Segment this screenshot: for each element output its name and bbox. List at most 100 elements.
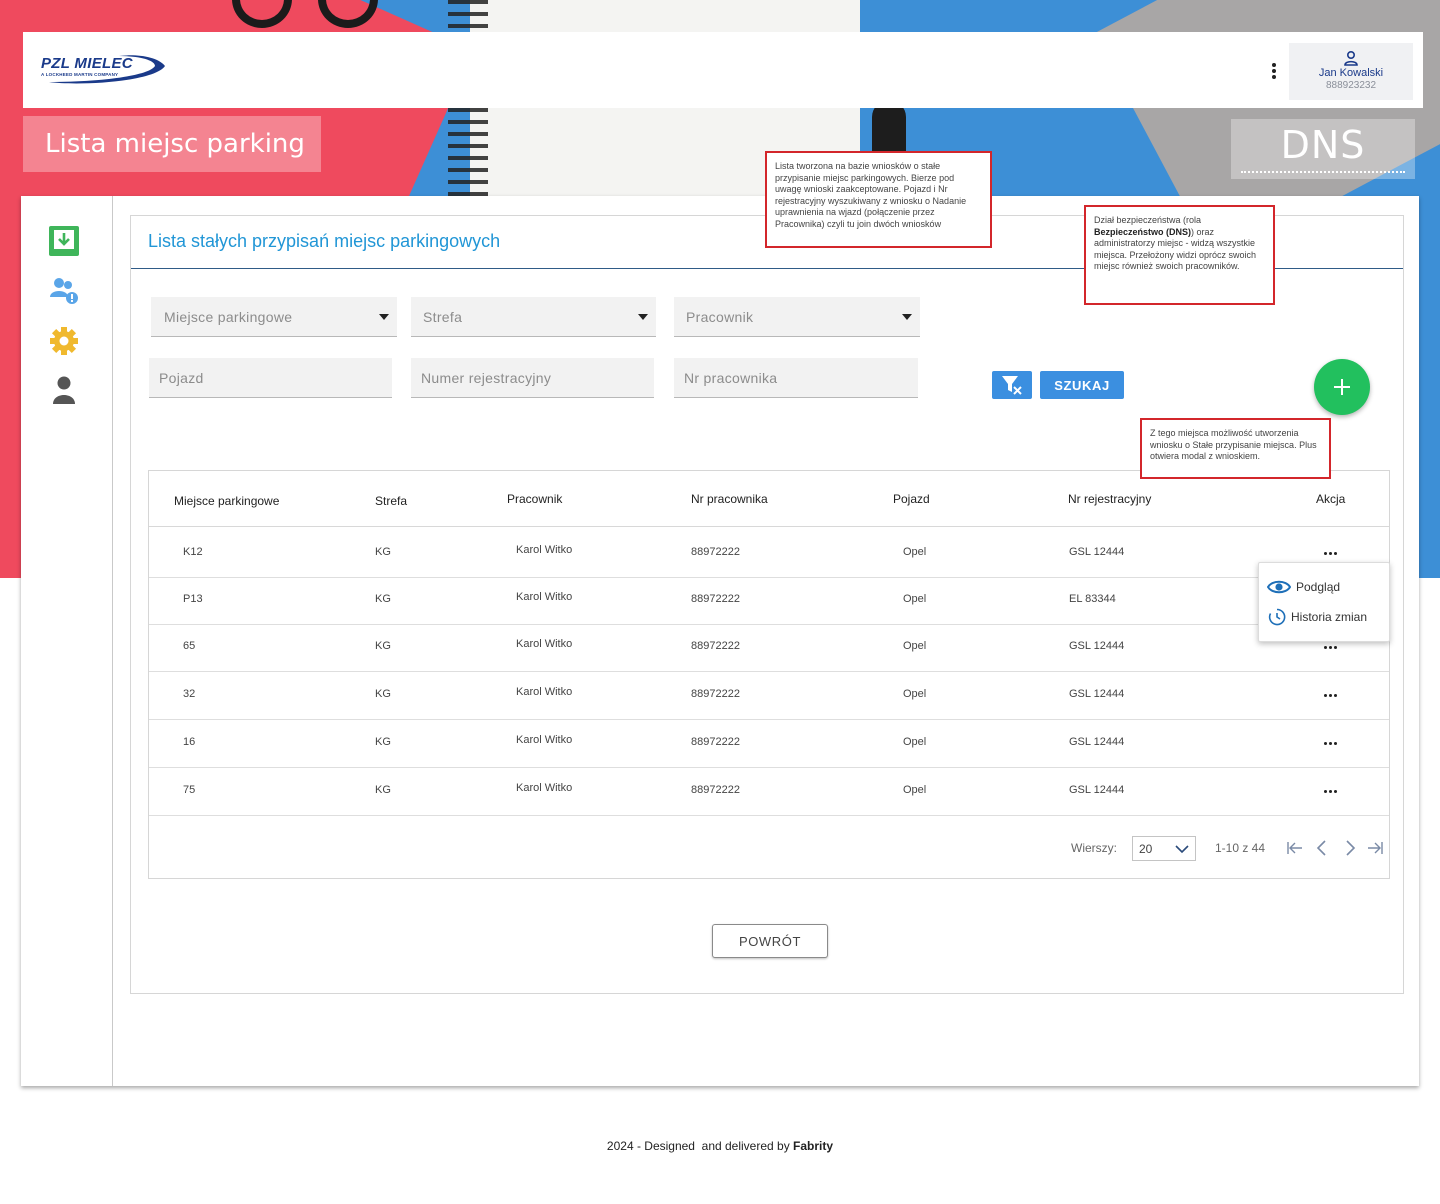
cell-employee: Karol Witko xyxy=(516,638,573,650)
cell-registration: GSL 12444 xyxy=(1069,640,1125,652)
cell-employee-no: 88972222 xyxy=(691,688,740,700)
footer: 2024 - Designed and delivered by Fabrity xyxy=(0,1139,1440,1153)
employee-input[interactable] xyxy=(674,297,920,336)
menu-item-history[interactable]: Historia zmian xyxy=(1267,606,1385,628)
search-button[interactable]: SZUKAJ xyxy=(1040,371,1124,399)
first-page-icon[interactable] xyxy=(1286,840,1304,856)
last-page-icon[interactable] xyxy=(1366,840,1384,856)
parking-spot-select[interactable] xyxy=(151,297,397,337)
registration-input[interactable] xyxy=(411,358,654,397)
annotation-text: Lista tworzona na bazie wniosków o stałe… xyxy=(775,161,967,229)
sidebar xyxy=(21,196,113,1086)
cell-employee: Karol Witko xyxy=(516,782,573,794)
cell-employee-no: 88972222 xyxy=(691,640,740,652)
col-header-employee-no[interactable]: Nr pracownika xyxy=(691,492,768,506)
pagination-range: 1-10 z 44 xyxy=(1215,841,1266,855)
annotation-security-role: Dział bezpieczeństwa (rola Bezpieczeństw… xyxy=(1084,205,1275,305)
menu-item-preview[interactable]: Podgląd xyxy=(1267,576,1385,598)
cell-vehicle: Opel xyxy=(903,546,927,558)
next-page-icon[interactable] xyxy=(1341,840,1359,856)
cell-employee-no: 88972222 xyxy=(691,784,740,796)
footer-brand-link[interactable]: Fabrity xyxy=(793,1139,833,1153)
employee-number-field[interactable] xyxy=(674,358,918,398)
col-header-spot[interactable]: Miejsce parkingowe xyxy=(174,494,279,508)
cell-employee-no: 88972222 xyxy=(691,593,740,605)
cell-registration: GSL 12444 xyxy=(1069,736,1125,748)
rows-per-page-value: 20 xyxy=(1139,842,1153,856)
cell-registration: GSL 12444 xyxy=(1069,688,1125,700)
cell-zone: KG xyxy=(375,688,391,700)
row-actions-menu: Podgląd Historia zmian xyxy=(1258,562,1390,642)
menu-item-label: Podgląd xyxy=(1296,580,1341,594)
cell-zone: KG xyxy=(375,784,391,796)
cell-spot: 65 xyxy=(183,640,196,652)
annotation-text: Z tego miejsca możliwość utworzenia wnio… xyxy=(1150,428,1317,461)
vehicle-input[interactable] xyxy=(149,358,392,397)
cell-employee-no: 88972222 xyxy=(691,736,740,748)
row-actions-icon[interactable] xyxy=(1324,690,1340,700)
rows-per-page-select[interactable]: 20 xyxy=(1132,836,1196,861)
main-card: Lista stałych przypisań miejsc parkingow… xyxy=(21,196,1419,1086)
col-header-registration[interactable]: Nr rejestracyjny xyxy=(1068,492,1151,506)
table-row[interactable]: 65 KG Karol Witko 88972222 Opel GSL 1244… xyxy=(149,625,1389,672)
chevron-down-icon xyxy=(1175,845,1189,854)
filter-clear-icon xyxy=(1002,376,1022,395)
cell-zone: KG xyxy=(375,640,391,652)
col-header-employee[interactable]: Pracownik xyxy=(507,492,562,506)
add-request-button[interactable] xyxy=(1314,359,1370,415)
zone-select[interactable] xyxy=(411,297,656,337)
col-header-zone[interactable]: Strefa xyxy=(375,494,407,508)
back-button[interactable]: POWRÓT xyxy=(712,924,828,958)
user-profile[interactable]: Jan Kowalski 888923232 xyxy=(1289,43,1413,100)
cell-spot: K12 xyxy=(183,546,203,558)
row-actions-icon[interactable] xyxy=(1324,642,1340,652)
table-row[interactable]: 32 KG Karol Witko 88972222 Opel GSL 1244… xyxy=(149,672,1389,720)
zone-input[interactable] xyxy=(411,297,656,336)
cell-vehicle: Opel xyxy=(903,640,927,652)
cell-spot: P13 xyxy=(183,593,203,605)
table-row[interactable]: 75 KG Karol Witko 88972222 Opel GSL 1244… xyxy=(149,768,1389,816)
cell-zone: KG xyxy=(375,593,391,605)
row-actions-icon[interactable] xyxy=(1324,738,1340,748)
role-badge: DNS xyxy=(1231,119,1415,179)
parking-table: Miejsce parkingowe Strefa Pracownik Nr p… xyxy=(148,470,1390,879)
annotation-bold-text: Bezpieczeństwo (DNS) xyxy=(1094,226,1192,237)
table-row[interactable]: P13 KG Karol Witko 88972222 Opel EL 8334… xyxy=(149,578,1389,625)
download-box-icon[interactable] xyxy=(48,225,80,257)
user-id: 888923232 xyxy=(1325,80,1377,91)
users-alert-icon[interactable] xyxy=(48,275,80,307)
clear-filters-button[interactable] xyxy=(992,371,1032,399)
employee-select[interactable] xyxy=(674,297,920,337)
more-options-icon[interactable] xyxy=(1270,63,1278,79)
cell-zone: KG xyxy=(375,546,391,558)
content-title: Lista stałych przypisań miejsc parkingow… xyxy=(148,231,501,251)
registration-field[interactable] xyxy=(411,358,654,398)
table-row[interactable]: 16 KG Karol Witko 88972222 Opel GSL 1244… xyxy=(149,720,1389,768)
cell-zone: KG xyxy=(375,736,391,748)
row-actions-icon[interactable] xyxy=(1324,548,1340,558)
previous-page-icon[interactable] xyxy=(1313,840,1331,856)
user-name: Jan Kowalski xyxy=(1318,67,1384,79)
gear-icon[interactable] xyxy=(48,325,80,357)
cell-employee-no: 88972222 xyxy=(691,546,740,558)
col-header-action: Akcja xyxy=(1316,492,1346,506)
history-icon xyxy=(1268,608,1286,626)
annotation-text: Dział bezpieczeństwa (rola xyxy=(1094,215,1202,225)
employee-number-input[interactable] xyxy=(674,358,918,397)
cell-employee: Karol Witko xyxy=(516,734,573,746)
person-icon[interactable] xyxy=(48,374,80,406)
cell-employee: Karol Witko xyxy=(516,686,573,698)
vehicle-field[interactable] xyxy=(149,358,392,398)
cell-spot: 16 xyxy=(183,736,196,748)
annotation-list-source: Lista tworzona na bazie wniosków o stałe… xyxy=(765,151,992,248)
logo-text: PZL MIELEC xyxy=(41,55,133,72)
row-actions-icon[interactable] xyxy=(1324,786,1340,796)
col-header-vehicle[interactable]: Pojazd xyxy=(893,492,930,506)
role-label: DNS xyxy=(1280,123,1366,167)
cell-vehicle: Opel xyxy=(903,688,927,700)
table-row[interactable]: K12 KG Karol Witko 88972222 Opel GSL 124… xyxy=(149,527,1389,578)
parking-spot-input[interactable] xyxy=(151,297,397,336)
pzl-mielec-logo[interactable]: PZL MIELEC A LOCKHEED MARTIN COMPANY xyxy=(39,52,169,88)
menu-item-label: Historia zmian xyxy=(1291,610,1368,624)
cell-spot: 75 xyxy=(183,784,196,796)
